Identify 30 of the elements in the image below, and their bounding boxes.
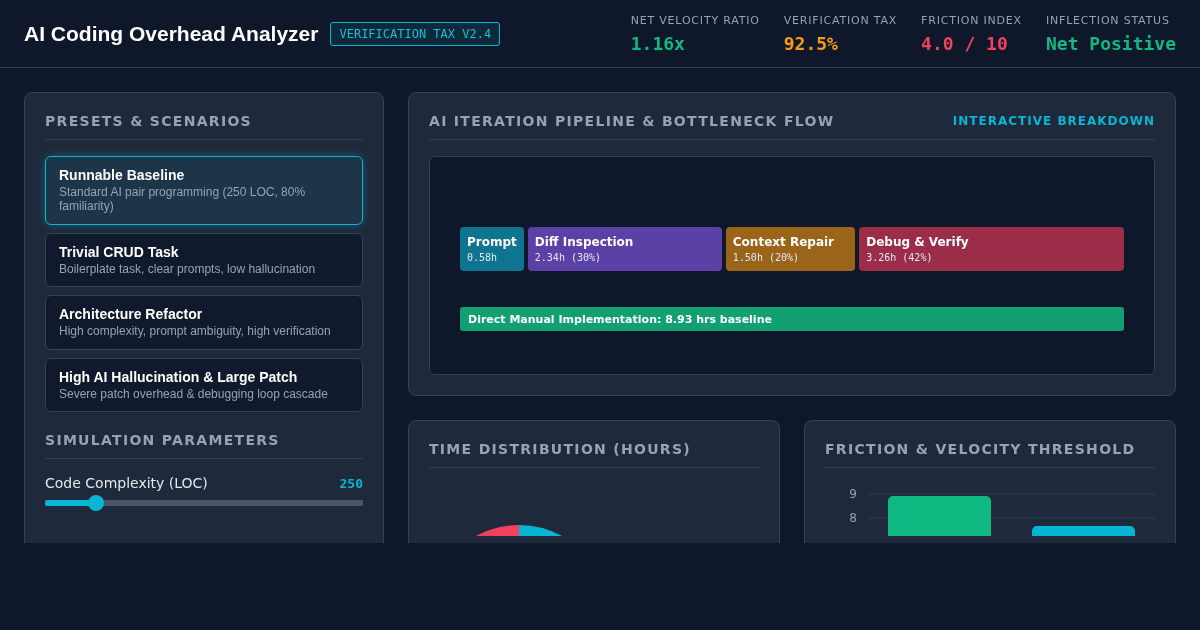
panel-title: FRICTION & VELOCITY THRESHOLD <box>825 441 1136 457</box>
panel-title: PRESETS & SCENARIOS <box>45 113 252 129</box>
pipeline-segment[interactable]: Prompt 0.58h <box>460 227 524 271</box>
preset-card[interactable]: Runnable Baseline Standard AI pair programming (250 LOC, 80% familiarity) <box>45 156 363 225</box>
version-badge: VERIFICATION TAX V2.4 <box>330 21 501 46</box>
pipeline-segment[interactable]: Diff Inspection 2.34h (30%) <box>527 227 722 271</box>
slider-thumb[interactable] <box>87 494 104 511</box>
panel-title: TIME DISTRIBUTION (HOURS) <box>429 441 692 457</box>
app-title: AI Coding Overhead Analyzer <box>24 21 319 46</box>
stat-value: 1.16x <box>630 32 686 54</box>
axis-label: 9 <box>849 487 857 501</box>
preset-card[interactable]: Trivial CRUD Task Boilerplate task, clear prompts, low hallucination <box>45 232 363 288</box>
preset-card[interactable]: Architecture Refactor High complexity, prompt ambiguity, high verification <box>45 295 363 350</box>
axis-label: 8 <box>849 511 857 525</box>
stat-label: VERIFICATION TAX <box>783 13 898 27</box>
breakdown-link[interactable]: INTERACTIVE BREAKDOWN <box>952 114 1155 128</box>
stat-label: NET VELOCITY RATIO <box>630 13 760 27</box>
slider-label: Code Complexity (LOC) <box>45 474 208 491</box>
baseline-bar: Direct Manual Implementation: 8.93 hrs baseline <box>460 307 1124 331</box>
stat-value: 92.5% <box>783 32 839 54</box>
pipeline-segment[interactable]: Debug & Verify 3.26h (42%) <box>859 227 1124 271</box>
pipeline-segment[interactable]: Context Repair 1.50h (20%) <box>725 227 856 271</box>
stat-value: Net Positive <box>1045 32 1176 54</box>
panel-title: AI ITERATION PIPELINE & BOTTLENECK FLOW <box>429 113 835 129</box>
stat-label: FRICTION INDEX <box>921 13 1022 27</box>
preset-card[interactable]: High AI Hallucination & Large Patch Severe patch overhead & debugging loop cascade <box>45 357 363 412</box>
slider-value: 250 <box>339 475 363 491</box>
panel-title: SIMULATION PARAMETERS <box>45 431 280 448</box>
stat-value: 4.0 / 10 <box>921 32 1009 54</box>
stat-label: INFLECTION STATUS <box>1045 13 1171 27</box>
